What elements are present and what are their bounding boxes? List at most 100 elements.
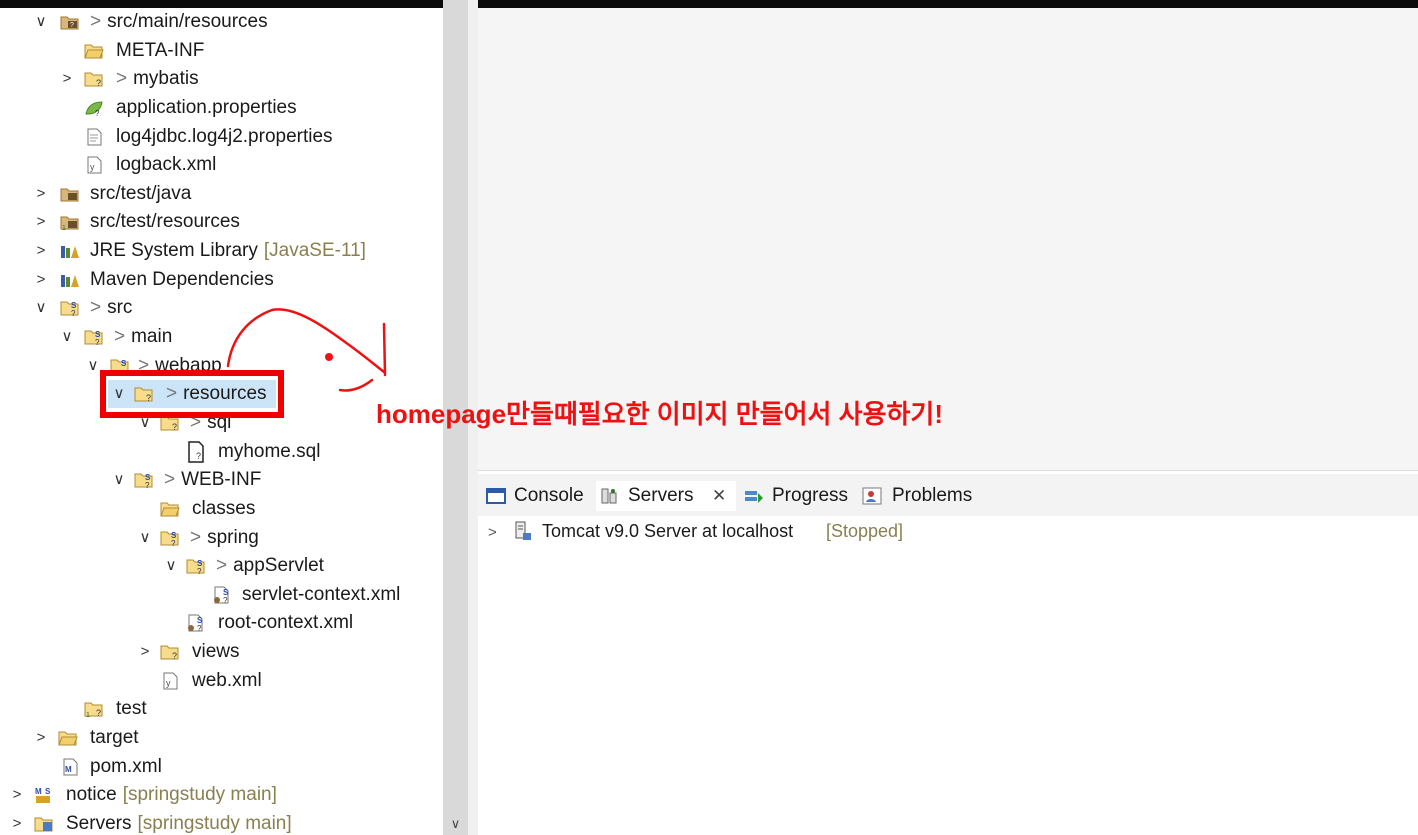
tree-item-logback-xml[interactable]: y logback.xml (0, 151, 443, 179)
svg-text:?: ? (95, 338, 100, 346)
tree-item-label: META-INF (116, 40, 205, 61)
modified-marker: > (90, 11, 102, 32)
console-icon (486, 488, 506, 504)
tree-item-label: myhome.sql (218, 441, 321, 462)
expand-toggle-icon[interactable]: > (34, 180, 48, 208)
tree-item-label: notice (66, 784, 117, 805)
collapse-toggle-icon[interactable]: ∨ (60, 323, 74, 351)
source-folder-icon: 1 (60, 216, 79, 231)
svg-text:?: ? (172, 422, 177, 432)
folder-s-icon: S? (160, 531, 179, 547)
expand-toggle-icon[interactable]: > (10, 781, 24, 809)
svg-text:y: y (90, 162, 95, 172)
tree-item-label: WEB-INF (181, 469, 262, 490)
tree-item-meta-inf[interactable]: META-INF (0, 37, 443, 65)
package-question-icon: 1? (84, 702, 103, 718)
tomcat-server-icon (515, 521, 531, 540)
tree-item-test[interactable]: 1? test (0, 695, 443, 723)
tree-item-maven-dependencies[interactable]: > Maven Dependencies (0, 266, 443, 294)
svg-text:S: S (121, 359, 127, 368)
expand-toggle-icon[interactable]: > (138, 638, 152, 666)
tree-item-label: mybatis (133, 68, 199, 89)
expand-toggle-icon[interactable]: > (10, 810, 24, 835)
tree-item-servers-project[interactable]: > Servers [springstudy main] (0, 810, 443, 835)
tree-item-mybatis[interactable]: > ? > mybatis (0, 65, 443, 93)
tab-servers[interactable]: Servers ✕ (596, 481, 736, 511)
svg-text:?: ? (172, 651, 177, 661)
tree-item-src[interactable]: ∨ S? > src (0, 294, 443, 322)
text-file-icon (87, 128, 102, 146)
tree-item-notice-project[interactable]: > MS notice [springstudy main] (0, 781, 443, 809)
library-icon (61, 246, 79, 258)
folder-s-icon: S? (134, 473, 153, 489)
modified-marker: > (114, 326, 126, 347)
tree-item-label: src (107, 297, 133, 318)
tree-item-label: target (90, 727, 139, 748)
svg-text:?: ? (197, 624, 202, 632)
source-folder-icon (60, 188, 79, 202)
servers-icon (601, 488, 617, 504)
folder-icon (160, 502, 180, 517)
tree-item-label: classes (192, 498, 256, 519)
tree-item-views[interactable]: > ? views (0, 638, 443, 666)
tree-item-log4jdbc-properties[interactable]: log4jdbc.log4j2.properties (0, 123, 443, 151)
annotation-note: homepage만들때필요한 이미지 만들어서 사용하기! (376, 399, 943, 429)
expand-toggle-icon[interactable]: > (488, 524, 497, 541)
svg-text:S: S (45, 787, 51, 796)
collapse-toggle-icon[interactable]: ∨ (112, 466, 126, 494)
tree-item-application-properties[interactable]: ? application.properties (0, 94, 443, 122)
svg-text:?: ? (197, 567, 202, 575)
svg-text:?: ? (71, 309, 76, 317)
expand-toggle-icon[interactable]: > (34, 208, 48, 236)
tree-item-src-test-java[interactable]: > src/test/java (0, 180, 443, 208)
tree-item-main[interactable]: ∨ S? > main (0, 323, 443, 351)
svg-text:?: ? (145, 481, 150, 489)
tree-item-target[interactable]: > target (0, 724, 443, 752)
svg-text:?: ? (96, 78, 101, 88)
tree-item-label: views (192, 641, 240, 662)
tree-item-spring[interactable]: ∨ S? > spring (0, 524, 443, 552)
tree-item-web-xml[interactable]: y web.xml (0, 667, 443, 695)
tree-item-myhome-sql[interactable]: ? myhome.sql (0, 438, 443, 466)
svg-text:M: M (35, 787, 42, 796)
collapse-toggle-icon[interactable]: ∨ (138, 524, 152, 552)
tree-item-label: src/test/resources (90, 211, 240, 232)
svg-text:?: ? (70, 22, 74, 29)
tree-item-src-main-resources[interactable]: ∨ ? > src/main/resources (0, 8, 443, 36)
tree-item-label: Servers (66, 813, 132, 834)
modified-marker: > (190, 527, 202, 548)
tree-item-pom-xml[interactable]: M pom.xml (0, 753, 443, 781)
folder-icon (84, 44, 104, 59)
tree-item-label: application.properties (116, 97, 297, 118)
tree-item-classes[interactable]: classes (0, 495, 443, 523)
tree-item-decoration: [springstudy main] (137, 813, 292, 834)
expand-toggle-icon[interactable]: > (34, 266, 48, 294)
maven-project-icon: MS (35, 787, 51, 803)
tree-item-label: spring (207, 527, 259, 548)
expand-toggle-icon[interactable]: ∨ (34, 8, 48, 36)
tree-item-label: web.xml (192, 670, 262, 691)
collapse-toggle-icon[interactable]: ∨ (86, 352, 100, 380)
tab-label: Progress (772, 485, 849, 506)
expand-toggle-icon[interactable]: > (34, 724, 48, 752)
tree-item-label: main (131, 326, 173, 347)
expand-toggle-icon[interactable]: > (60, 65, 74, 93)
bottom-views-tabbar: Console Servers ✕ Progress Problems (478, 474, 1418, 517)
tree-item-servlet-context-xml[interactable]: S? servlet-context.xml (0, 581, 443, 609)
scroll-down-icon[interactable]: ∨ (443, 815, 468, 833)
modified-marker: > (116, 68, 128, 89)
server-row-tomcat[interactable]: > Tomcat v9.0 Server at localhost [Stopp… (488, 517, 903, 545)
expand-toggle-icon[interactable]: > (34, 237, 48, 265)
source-folder-icon: ? (60, 16, 79, 30)
tree-item-src-test-resources[interactable]: > 1 src/test/resources (0, 208, 443, 236)
svg-text:1: 1 (62, 225, 66, 231)
folder-icon (58, 731, 78, 746)
tree-item-appservlet[interactable]: ∨ S? > appServlet (0, 552, 443, 580)
collapse-toggle-icon[interactable]: ∨ (34, 294, 48, 322)
collapse-toggle-icon[interactable]: ∨ (164, 552, 178, 580)
close-tab-icon[interactable]: ✕ (712, 481, 726, 511)
tree-item-jre-system-library[interactable]: > JRE System Library [JavaSE-11] (0, 237, 443, 265)
tree-item-web-inf[interactable]: ∨ S? > WEB-INF (0, 466, 443, 494)
tree-item-root-context-xml[interactable]: S? root-context.xml (0, 609, 443, 637)
svg-text:y: y (166, 678, 171, 688)
